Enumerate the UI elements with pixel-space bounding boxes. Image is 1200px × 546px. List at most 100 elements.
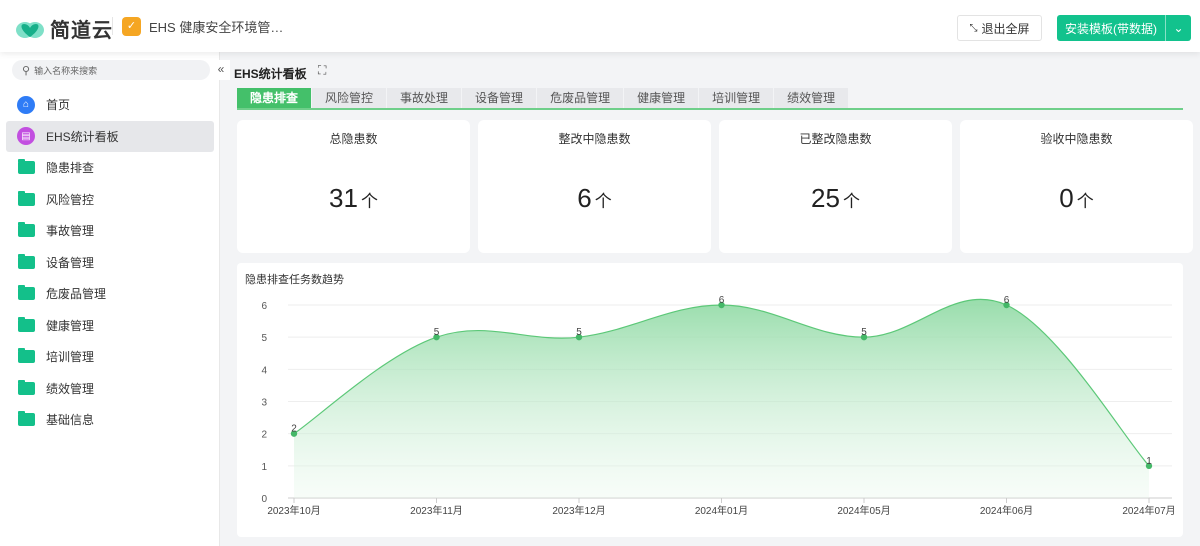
- x-tick-label: 2024年06月: [980, 504, 1033, 517]
- sidebar-item[interactable]: 事故管理: [6, 215, 214, 247]
- y-tick-label: 1: [261, 462, 267, 473]
- folder-icon: [18, 285, 35, 301]
- folder-icon: [18, 222, 35, 238]
- sidebar-item-label: 培训管理: [46, 350, 95, 365]
- sidebar-item-label: 隐患排查: [46, 161, 95, 176]
- trend-chart: 0 1 2 3 4 5 6 2023年10月 2 2023年11月 5 2023年12月 5 2024年0…: [261, 295, 1175, 517]
- exit-fullscreen-label: 退出全屏: [981, 21, 1030, 36]
- install-template-label[interactable]: 安装模板(带数据): [1057, 15, 1166, 41]
- sidebar-item[interactable]: 绩效管理: [6, 373, 214, 405]
- chevron-down-icon[interactable]: ⌄: [1166, 15, 1191, 41]
- sidebar-item-label: 事故管理: [46, 224, 95, 239]
- search-placeholder: 输入名称来搜索: [34, 65, 98, 76]
- stat-cards: 总隐患数 31 个整改中隐患数 6 个已整改隐患数 25 个验收中隐患数 0 个: [237, 120, 1193, 253]
- stat-label: 验收中隐患数: [1040, 132, 1113, 146]
- stat-value: 31: [329, 183, 358, 213]
- folder-icon: [18, 379, 35, 395]
- stat-card: 整改中隐患数 6 个: [478, 120, 711, 253]
- x-tick-label: 2023年10月: [267, 504, 320, 517]
- stat-value: 0: [1059, 183, 1074, 213]
- folder-icon: [18, 411, 35, 427]
- stat-card: 总隐患数 31 个: [237, 120, 470, 253]
- stat-unit: 个: [842, 192, 860, 211]
- sidebar-item[interactable]: ⌂ 首页: [6, 89, 214, 121]
- logo-heart-icon: [16, 21, 44, 38]
- folder-icon: [18, 190, 35, 206]
- tab[interactable]: 风险管控: [312, 88, 387, 108]
- data-label: 1: [1146, 456, 1152, 467]
- page-title: EHS统计看板: [234, 67, 307, 81]
- data-label: 5: [861, 327, 867, 338]
- sidebar-item[interactable]: 隐患排查: [6, 152, 214, 184]
- chart-title: 隐患排查任务数趋势: [245, 274, 344, 286]
- sidebar-item[interactable]: ▤ EHS统计看板: [6, 120, 214, 152]
- sidebar-item[interactable]: 风险管控: [6, 184, 214, 216]
- app-title[interactable]: ✓ EHS 健康安全环境管…: [122, 17, 283, 36]
- tab-bar: 隐患排查 风险管控 事故处理 设备管理 危废品管理 健康管理 培训管理 绩效管理: [237, 88, 1183, 110]
- divider: [112, 17, 113, 35]
- collapse-sidebar-button[interactable]: «: [212, 60, 230, 80]
- tab[interactable]: 健康管理: [624, 88, 699, 108]
- stat-label: 总隐患数: [329, 132, 378, 146]
- tab[interactable]: 设备管理: [462, 88, 537, 108]
- shrink-icon: ⤡: [969, 22, 978, 34]
- x-tick-label: 2024年05月: [837, 504, 890, 517]
- fullscreen-icon[interactable]: ⛶: [318, 63, 326, 78]
- area-fill: [294, 299, 1149, 498]
- brand-logo[interactable]: 简道云: [16, 14, 113, 43]
- stat-value: 6: [577, 183, 592, 213]
- x-tick-label: 2024年07月: [1122, 504, 1175, 517]
- stat-label: 整改中隐患数: [558, 132, 631, 146]
- tab[interactable]: 事故处理: [387, 88, 462, 108]
- stat-card: 验收中隐患数 0 个: [960, 120, 1193, 253]
- sidebar-item-label: 绩效管理: [46, 381, 95, 396]
- sidebar-item-label: 首页: [46, 98, 71, 113]
- y-tick-label: 0: [261, 494, 267, 505]
- sidebar-item-label: 健康管理: [46, 318, 95, 333]
- search-input[interactable]: ⚲ 输入名称来搜索: [12, 60, 210, 80]
- y-tick-label: 2: [261, 430, 267, 441]
- stat-label: 已整改隐患数: [799, 132, 872, 146]
- sidebar-item-label: 基础信息: [46, 413, 95, 428]
- stat-unit: 个: [360, 192, 378, 211]
- stat-unit: 个: [1076, 192, 1094, 211]
- tab[interactable]: 危废品管理: [537, 88, 624, 108]
- folder-icon: [18, 159, 35, 175]
- search-icon: ⚲: [22, 64, 31, 77]
- x-tick-label: 2023年12月: [552, 504, 605, 517]
- x-tick-label: 2023年11月: [410, 504, 463, 517]
- stat-unit: 个: [594, 192, 612, 211]
- sidebar-item[interactable]: 危废品管理: [6, 278, 214, 310]
- sidebar-item-label: 设备管理: [46, 255, 95, 270]
- stat-card: 已整改隐患数 25 个: [719, 120, 952, 253]
- home-icon: ⌂: [17, 95, 35, 114]
- tab[interactable]: 培训管理: [699, 88, 774, 108]
- data-label: 5: [434, 327, 440, 338]
- y-tick-label: 4: [261, 365, 267, 376]
- exit-fullscreen-button[interactable]: ⤡ 退出全屏: [957, 15, 1042, 41]
- brand-name: 简道云: [50, 20, 113, 42]
- data-label: 5: [576, 327, 582, 338]
- data-label: 2: [291, 424, 297, 435]
- nav-menu: ⌂ 首页 ▤ EHS统计看板 隐患排查风险管控事故管理设备管理危废品管理健康管理培训管理…: [6, 89, 214, 436]
- sidebar-item[interactable]: 基础信息: [6, 404, 214, 436]
- data-label: 6: [1004, 295, 1010, 306]
- sidebar-item[interactable]: 健康管理: [6, 310, 214, 342]
- dashboard-icon: ▤: [17, 127, 35, 146]
- stat-value: 25: [811, 183, 840, 213]
- tab[interactable]: 隐患排查: [237, 88, 312, 108]
- sidebar-item-label: EHS统计看板: [46, 129, 119, 144]
- tab[interactable]: 绩效管理: [774, 88, 849, 108]
- bookmark-icon: ✓: [122, 17, 141, 36]
- sidebar-item-label: 危废品管理: [46, 287, 107, 302]
- sidebar-item[interactable]: 培训管理: [6, 341, 214, 373]
- sidebar-item[interactable]: 设备管理: [6, 247, 214, 279]
- folder-icon: [18, 348, 35, 364]
- y-tick-label: 3: [261, 398, 267, 409]
- sidebar-item-label: 风险管控: [46, 192, 95, 207]
- header: 简道云 ✓ EHS 健康安全环境管… ⤡ 退出全屏 安装模板(带数据) ⌄: [0, 0, 1200, 52]
- sidebar: ⚲ 输入名称来搜索 « ⌂ 首页 ▤ EHS统计看板 隐患排查风险管控事故管理设备管理危…: [0, 52, 230, 546]
- install-template-button[interactable]: 安装模板(带数据) ⌄: [1057, 15, 1191, 41]
- folder-icon: [18, 253, 35, 269]
- x-tick-label: 2024年01月: [695, 504, 748, 517]
